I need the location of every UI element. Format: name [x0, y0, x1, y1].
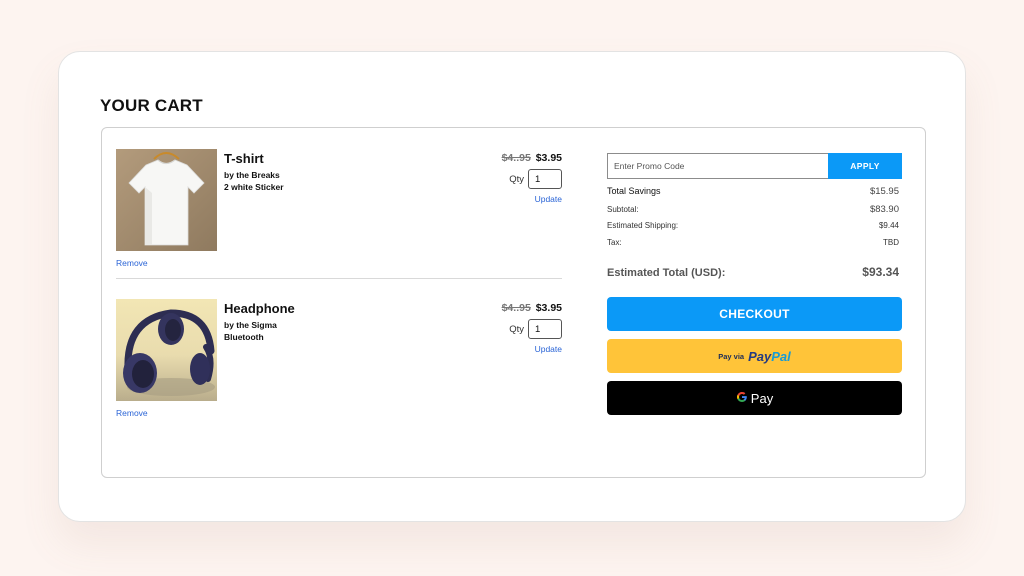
item-description: by the Sigma Bluetooth: [224, 319, 277, 343]
tax-row: Tax: TBD: [607, 238, 899, 247]
total-savings-label: Total Savings: [607, 186, 661, 196]
promo-code-input[interactable]: [607, 153, 828, 179]
item-desc-line: Bluetooth: [224, 332, 264, 342]
sale-price: $3.95: [535, 152, 562, 164]
qty-label: Qty: [509, 323, 524, 335]
google-pay-label: Pay: [750, 390, 774, 406]
item-price: $4..95 $3.95: [502, 302, 562, 314]
google-pay-button[interactable]: Pay: [607, 381, 902, 415]
subtotal-label: Subtotal:: [607, 205, 639, 214]
shipping-row: Estimated Shipping: $9.44: [607, 221, 899, 230]
tax-label: Tax:: [607, 238, 622, 247]
sale-price: $3.95: [535, 302, 562, 314]
paypal-button[interactable]: Pay via Pay Pal: [607, 339, 902, 373]
original-price: $4..95: [501, 302, 531, 314]
quantity-control: Qty: [509, 169, 562, 189]
item-name: T-shirt: [224, 151, 264, 166]
paypal-prefix: Pay via: [718, 351, 745, 361]
subtotal-value: $83.90: [869, 204, 899, 215]
google-g-icon: [736, 391, 748, 406]
headphone-image: [116, 299, 217, 401]
qty-label: Qty: [509, 173, 524, 185]
estimated-total-value: $93.34: [862, 265, 899, 279]
paypal-logo-pal: Pal: [771, 348, 791, 364]
total-savings-value: $15.95: [869, 186, 899, 197]
shipping-value: $9.44: [878, 221, 899, 230]
apply-button[interactable]: APPLY: [828, 153, 902, 179]
tax-value: TBD: [883, 238, 899, 247]
item-description: by the Breaks 2 white Sticker: [224, 169, 284, 193]
page-title: YOUR CART: [100, 96, 203, 115]
estimated-total-label: Estimated Total (USD):: [607, 267, 726, 279]
shipping-label: Estimated Shipping:: [607, 221, 679, 230]
estimated-total-row: Estimated Total (USD): $93.34: [607, 265, 899, 279]
tshirt-image: [116, 149, 217, 251]
cart-panel: T-shirt by the Breaks 2 white Sticker $4…: [101, 127, 926, 478]
remove-link[interactable]: Remove: [116, 258, 148, 268]
item-price: $4..95 $3.95: [502, 152, 562, 164]
checkout-button[interactable]: CHECKOUT: [607, 297, 902, 331]
item-desc-line: by the Breaks: [224, 170, 280, 180]
item-desc-line: 2 white Sticker: [224, 182, 284, 192]
quantity-control: Qty: [509, 319, 562, 339]
total-savings-row: Total Savings $15.95: [607, 186, 899, 197]
promo-code-form: APPLY: [607, 153, 902, 179]
quantity-input[interactable]: [528, 319, 562, 339]
item-name: Headphone: [224, 301, 295, 316]
item-divider: [116, 278, 562, 279]
remove-link[interactable]: Remove: [116, 408, 148, 418]
cart-card: YOUR CART T-shirt by the Breaks 2 white …: [58, 51, 966, 522]
original-price: $4..95: [501, 152, 531, 164]
item-desc-line: by the Sigma: [224, 320, 277, 330]
paypal-logo-pay: Pay: [748, 348, 772, 364]
subtotal-row: Subtotal: $83.90: [607, 204, 899, 215]
quantity-input[interactable]: [528, 169, 562, 189]
update-link[interactable]: Update: [535, 344, 562, 354]
update-link[interactable]: Update: [535, 194, 562, 204]
